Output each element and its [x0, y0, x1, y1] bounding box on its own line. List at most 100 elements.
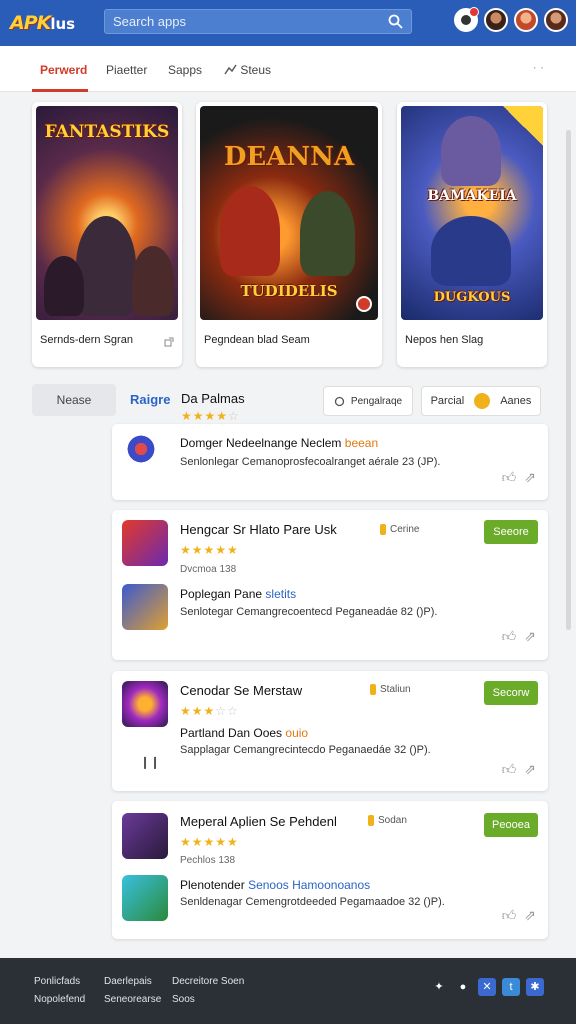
coin-icon	[368, 815, 374, 826]
app-meta: Pechlos 138	[180, 855, 236, 866]
record-icon	[356, 296, 372, 312]
twitter-icon[interactable]: t	[502, 978, 520, 996]
search-bar[interactable]	[104, 9, 412, 34]
share-icon[interactable]: ⇗	[524, 469, 536, 486]
share-icon[interactable]: ⇗	[524, 761, 536, 778]
search-icon[interactable]	[388, 14, 403, 34]
tab-perwerd[interactable]: Perwerd	[40, 63, 87, 77]
status-badge: Staliun	[370, 684, 411, 695]
avatar[interactable]	[484, 8, 508, 32]
pause-icon[interactable]: ❙❙	[140, 755, 160, 769]
list-item[interactable]: Cenodar Se Merstaw Staliun Secorw ★★★☆☆ …	[112, 671, 548, 791]
pengalraqe-button[interactable]: Pengalraqe	[323, 386, 413, 416]
section-rating: ★★★★☆	[181, 409, 240, 423]
app-thumbnail	[122, 875, 168, 921]
hero-figure	[132, 246, 174, 316]
hero-figure	[300, 191, 355, 276]
tab-bar: Perwerd Piaetter Sapps Steus · ·	[0, 46, 576, 92]
external-link-icon[interactable]	[164, 337, 174, 347]
hero-figure	[441, 116, 501, 186]
featured-card[interactable]: BAMAKEIA DUGKOUS Nepos hen Slag	[397, 102, 547, 367]
tab-piaetter[interactable]: Piaetter	[106, 63, 147, 77]
footer-link[interactable]: Nopolefend	[34, 994, 85, 1005]
card-caption: Sernds-dern Sgran	[40, 334, 133, 346]
button-label: Pengalraqe	[350, 395, 403, 407]
section-title: Da Palmas	[181, 391, 245, 406]
app-thumbnail	[122, 681, 168, 727]
notification-dot	[469, 7, 479, 17]
artwork-title: DEANNA	[223, 142, 355, 172]
avatar[interactable]	[514, 8, 538, 32]
scrollbar[interactable]	[566, 130, 571, 630]
app-icon[interactable]: ✕	[478, 978, 496, 996]
list-actions: 👍︎ ⇗	[502, 628, 536, 645]
thumbs-up-icon[interactable]: 👍︎	[502, 628, 517, 645]
list-item-title: Hengcar Sr Hlato Pare Usk	[180, 522, 337, 537]
tab-label: Steus	[240, 63, 272, 77]
footer-link[interactable]: Ponlicfads	[34, 976, 80, 987]
app-thumbnail	[124, 432, 158, 466]
list-item-text: Sapplagar Cemangrecintecdo Peganaedáe 32…	[180, 744, 431, 756]
artwork-subtitle: DUGKOUS	[433, 290, 511, 305]
app-thumbnail	[122, 584, 168, 630]
thumbs-up-icon[interactable]: 👍︎	[502, 761, 517, 778]
hero-figure	[220, 186, 280, 276]
parcial-button[interactable]: Parcial Aanes	[421, 386, 541, 416]
thumbs-up-icon[interactable]: 👍︎	[502, 469, 517, 486]
peooea-button[interactable]: Peooea	[484, 813, 538, 837]
list-item[interactable]: Meperal Aplien Se Pehdenl Sodan Peooea ★…	[112, 801, 548, 939]
share-icon[interactable]: ⇗	[524, 907, 536, 924]
coin-icon	[380, 524, 386, 535]
footer-link[interactable]: Decreitore Soen	[172, 976, 244, 987]
button-label: Aanes	[500, 395, 532, 407]
hero-figure	[44, 256, 84, 316]
top-header: APKlus	[0, 0, 576, 46]
footer-link[interactable]: Seneorearse	[104, 994, 161, 1005]
footer: Ponlicfads Nopolefend Daerlepais Seneore…	[0, 958, 576, 1024]
rating-stars: ★★★★★	[180, 543, 239, 557]
share-icon[interactable]: ⇗	[524, 628, 536, 645]
rating-stars: ★★★☆☆	[180, 704, 239, 718]
app-thumbnail	[122, 813, 168, 859]
featured-artwork: BAMAKEIA DUGKOUS	[401, 106, 543, 320]
coin-icon	[474, 393, 491, 409]
list-actions: 👍︎ ⇗	[502, 907, 536, 924]
featured-card[interactable]: FANTASTIKS Sernds-dern Sgran	[32, 102, 182, 367]
more-icon[interactable]: · ·	[533, 60, 544, 74]
community-icon[interactable]: ✱	[526, 978, 544, 996]
notification-icon[interactable]	[454, 7, 479, 32]
thumbs-up-icon[interactable]: 👍︎	[502, 907, 517, 924]
list-item[interactable]: Hengcar Sr Hlato Pare Usk Cerine Seeore …	[112, 510, 548, 660]
header-icons	[454, 7, 568, 32]
list-actions: 👍︎ ⇗	[502, 469, 536, 486]
sub-title: Partland Dan Ooes ouio	[180, 726, 309, 740]
status-badge: Sodan	[368, 815, 407, 826]
app-meta: Dvcmoa 138	[180, 564, 237, 575]
secorw-button[interactable]: Secorw	[484, 681, 538, 705]
coin-icon	[370, 684, 376, 695]
card-caption: Nepos hen Slag	[405, 334, 484, 346]
footer-link[interactable]: Daerlepais	[104, 976, 152, 987]
tab-steus[interactable]: Steus	[224, 63, 271, 77]
tab-sapps[interactable]: Sapps	[168, 63, 202, 77]
list-item-title: Domger Nedeelnange Neclem beean	[180, 436, 379, 450]
search-input[interactable]	[113, 14, 373, 29]
list-item[interactable]: Domger Nedeelnange Neclem beean Senlonle…	[112, 424, 548, 500]
list-item-text: Senlonlegar Cemanoprosfecoalranget aéral…	[180, 456, 441, 468]
avatar[interactable]	[544, 8, 568, 32]
nease-filter[interactable]: Nease	[32, 384, 116, 416]
featured-card[interactable]: DEANNA TUDIDELIS Pegndean blad Seam	[196, 102, 382, 367]
card-caption: Pegndean blad Seam	[204, 334, 310, 346]
list-actions: 👍︎ ⇗	[502, 761, 536, 778]
raigre-link[interactable]: Raigre	[130, 392, 170, 407]
seeore-button[interactable]: Seeore	[484, 520, 538, 544]
discord-icon[interactable]: ●	[454, 978, 472, 996]
corner-ribbon	[503, 106, 543, 146]
list-item-title: Meperal Aplien Se Pehdenl	[180, 814, 337, 829]
list-item-title: Cenodar Se Merstaw	[180, 683, 303, 698]
featured-artwork: DEANNA TUDIDELIS	[200, 106, 378, 320]
footer-link[interactable]: Soos	[172, 994, 195, 1005]
share-icon[interactable]: ✦	[430, 978, 448, 996]
sub-title: Plenotender Senoos Hamoonoanos	[180, 878, 371, 892]
app-logo[interactable]: APKlus	[10, 12, 88, 34]
